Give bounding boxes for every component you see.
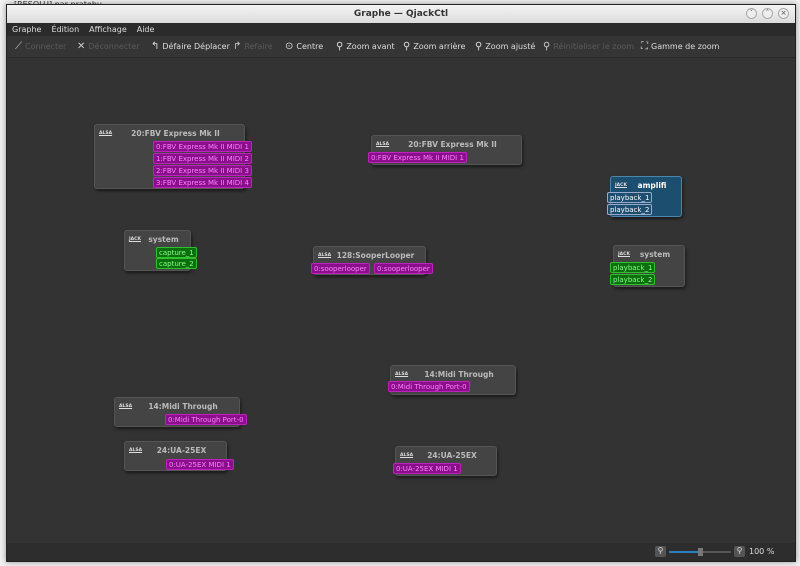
menu-graphe[interactable]: Graphe [12,23,41,36]
jack-icon: JACK [615,182,627,188]
node-header: ALSA 14:Midi Through [119,401,235,411]
close-button[interactable]: × [778,8,789,19]
node-title: 14:Midi Through [424,369,494,379]
disconnect-label: Déconnecter [88,42,140,51]
output-port[interactable]: 2:FBV Express Mk II MIDI 3 [153,165,252,176]
node-header: ALSA 20:FBV Express Mk II [99,128,240,138]
zoom-range-button[interactable]: ⛶ Gamme de zoom [641,41,719,52]
zoom-range-icon: ⛶ [641,41,648,52]
output-port[interactable]: 0:sooperlooper [311,263,370,274]
node-title: 14:Midi Through [148,401,218,411]
menu-aide[interactable]: Aide [137,23,155,36]
zoom-in-button[interactable]: ⚲ Zoom avant [336,41,395,52]
node-title: 20:FBV Express Mk II [408,139,497,149]
node-title: system [639,249,671,259]
node-title: 24:UA-25EX [156,445,207,455]
alsa-icon: ALSA [376,141,390,147]
node-header: ALSA 14:Midi Through [395,369,511,379]
zoom-fit-button[interactable]: ⚲ Zoom ajusté [475,41,535,52]
window-title: Graphe — QjackCtl [353,9,449,19]
node-header: JACK system [129,234,186,244]
node-header: JACK amplifi [615,180,677,190]
node-title: system [148,234,179,244]
output-port[interactable]: capture_1 [156,247,197,258]
node-header: JACK system [618,249,680,259]
redo-icon: ↱ [233,41,242,52]
maximize-button[interactable]: ˄ [762,8,773,19]
output-port[interactable]: 0:sooperlooper [374,263,433,274]
alsa-icon: ALSA [395,371,409,377]
zoom-out-small-icon[interactable]: ⚲ [655,546,666,557]
zoom-reset-icon: ⚲ [543,41,551,52]
zoom-out-button[interactable]: ⚲ Zoom arrière [403,41,465,52]
node-title: 20:FBV Express Mk II [131,128,220,138]
node-title: 24:UA-25EX [427,450,477,460]
zoom-out-icon: ⚲ [403,41,411,52]
zoom-level-spinbox[interactable]: 100 % [749,547,774,556]
alsa-icon: ALSA [400,452,414,458]
undo-button[interactable]: ↰ Défaire Déplacer [151,41,230,52]
input-port[interactable]: playback_2 [610,274,656,285]
connect-button[interactable]: ⟋ Connecter [15,41,66,52]
output-port[interactable]: 1:FBV Express Mk II MIDI 2 [153,153,252,164]
output-port[interactable]: capture_2 [156,258,197,269]
output-port[interactable]: 0:FBV Express Mk II MIDI 1 [368,152,467,163]
alsa-icon: ALSA [318,252,332,258]
qjackctl-graph-window: Graphe — QjackCtl ˅ ˄ × Graphe Édition A… [6,4,796,562]
input-port[interactable]: playback_1 [610,262,656,273]
zoom-reset-button[interactable]: ⚲ Réinitialiser le zoom [543,41,634,52]
zoom-in-small-icon[interactable]: ⚲ [734,546,745,557]
center-label: Centre [296,42,324,51]
alsa-icon: ALSA [119,403,133,409]
connect-icon: ⟋ [15,41,22,52]
node-title: amplifi [637,180,667,190]
graph-canvas[interactable]: ALSA 20:FBV Express Mk II 0:FBV Express Mk… [7,58,795,546]
output-port[interactable]: 0:Midi Through Port-0 [165,414,247,425]
redo-button[interactable]: ↱ Refaire [233,41,273,52]
zoom-reset-label: Réinitialiser le zoom [553,42,635,51]
alsa-icon: ALSA [99,130,113,136]
zoom-out-label: Zoom arrière [413,42,466,51]
output-port[interactable]: 3:FBV Express Mk II MIDI 4 [153,177,252,188]
zoom-range-label: Gamme de zoom [651,42,720,51]
jack-icon: JACK [129,236,141,242]
disconnect-button[interactable]: ✕ Déconnecter [77,41,140,52]
jack-icon: JACK [618,251,630,257]
node-header: ALSA 128:SooperLooper [318,250,421,260]
zoom-slider[interactable] [669,548,731,556]
connect-label: Connecter [25,42,67,51]
center-button[interactable]: ⊙ Centre [285,41,323,52]
center-icon: ⊙ [285,41,294,52]
zoom-in-label: Zoom avant [346,42,395,51]
menu-affichage[interactable]: Affichage [89,23,127,36]
alsa-icon: ALSA [129,447,143,453]
menu-edition[interactable]: Édition [51,23,79,36]
node-header: ALSA 24:UA-25EX [400,450,492,460]
input-port[interactable]: 0:UA-25EX MIDI 1 [393,463,461,474]
status-bar: ⚲ ⚲ 100 % [7,543,795,561]
toolbar: ⟋ Connecter ✕ Déconnecter ↰ Défaire Déplace… [7,36,795,58]
disconnect-icon: ✕ [77,41,86,52]
zoom-in-icon: ⚲ [336,41,344,52]
node-title: 128:SooperLooper [336,250,415,260]
title-bar: Graphe — QjackCtl ˅ ˄ × [7,5,795,23]
input-port[interactable]: playback_1 [607,192,653,203]
menu-bar: Graphe Édition Affichage Aide [7,23,795,36]
redo-label: Refaire [244,42,273,51]
node-header: ALSA 24:UA-25EX [129,445,222,455]
output-port[interactable]: 0:UA-25EX MIDI 1 [166,459,234,470]
input-port[interactable]: 0:Midi Through Port-0 [388,381,470,392]
undo-label: Défaire Déplacer [162,42,230,51]
output-port[interactable]: 0:FBV Express Mk II MIDI 1 [153,141,252,152]
zoom-fit-icon: ⚲ [475,41,483,52]
minimize-button[interactable]: ˅ [746,8,757,19]
node-header: ALSA 20:FBV Express Mk II [376,139,517,149]
input-port[interactable]: playback_2 [607,204,653,215]
zoom-fit-label: Zoom ajusté [485,42,536,51]
undo-icon: ↰ [151,41,160,52]
